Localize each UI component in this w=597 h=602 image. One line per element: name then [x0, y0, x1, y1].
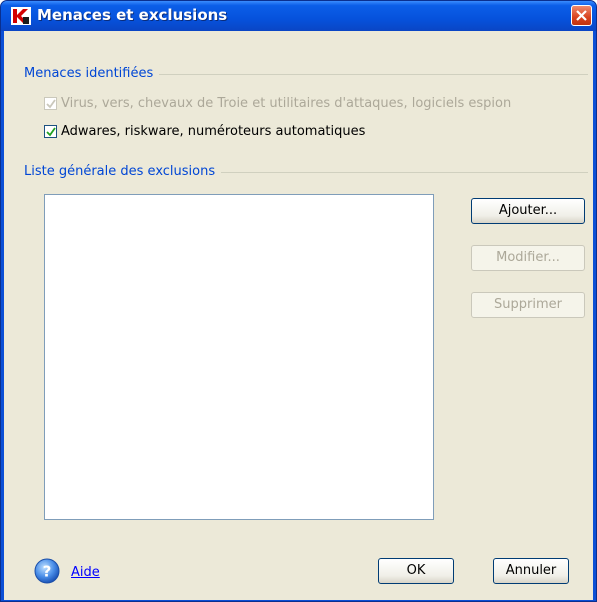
ok-button[interactable]: OK [378, 558, 454, 584]
viruses-checkbox[interactable] [44, 97, 57, 110]
close-icon [576, 10, 587, 21]
svg-text:?: ? [43, 563, 52, 581]
window-title: Menaces et exclusions [37, 6, 228, 24]
viruses-checkbox-label: Virus, vers, chevaux de Troie et utilita… [61, 96, 512, 111]
kaspersky-k-icon [11, 7, 31, 25]
title-bar[interactable]: Menaces et exclusions [1, 1, 596, 31]
edit-button[interactable]: Modifier... [471, 245, 585, 271]
checkbox-row-viruses[interactable]: Virus, vers, chevaux de Troie et utilita… [44, 96, 511, 111]
add-button[interactable]: Ajouter... [471, 198, 585, 224]
exclusions-list[interactable] [44, 194, 434, 520]
threats-group-label: Menaces identifiées [24, 66, 160, 81]
close-button[interactable] [571, 5, 592, 26]
checkmark-icon [46, 99, 56, 109]
checkbox-row-adwares[interactable]: Adwares, riskware, numéroteurs automatiq… [44, 124, 365, 139]
exclusions-group-label: Liste générale des exclusions [24, 164, 222, 179]
delete-button[interactable]: Supprimer [471, 292, 585, 318]
adwares-checkbox[interactable] [44, 125, 57, 138]
dialog-window: Menaces et exclusions Menaces identifiée… [0, 0, 597, 602]
help-icon[interactable]: ? [34, 558, 60, 584]
adwares-checkbox-label: Adwares, riskware, numéroteurs automatiq… [61, 124, 366, 139]
dialog-client-area: Menaces identifiées Virus, vers, chevaux… [4, 31, 593, 600]
checkmark-icon [46, 127, 56, 137]
cancel-button[interactable]: Annuler [493, 558, 569, 584]
help-link[interactable]: Aide [71, 565, 100, 580]
